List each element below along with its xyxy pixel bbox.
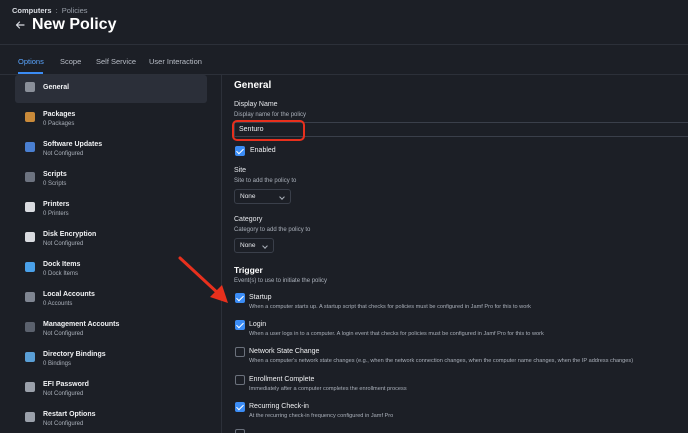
tab-options[interactable]: Options	[18, 57, 44, 66]
sidebar-item-disk-encryption[interactable]: Disk Encryption Not Configured	[15, 225, 207, 253]
breadcrumb-policies[interactable]: Policies	[62, 6, 88, 15]
site-select[interactable]: None	[234, 189, 291, 204]
active-tab-indicator	[18, 72, 43, 74]
efi-password-icon	[25, 382, 35, 392]
sidebar-item-label: Dock Items	[43, 261, 81, 268]
trigger-enrollment-label: Enrollment Complete	[249, 376, 315, 383]
site-help: Site to add the policy to	[234, 178, 297, 184]
sidebar-item-sub: 0 Accounts	[43, 301, 73, 307]
trigger-login-label: Login	[249, 321, 267, 328]
sidebar-item-label: Restart Options	[43, 411, 96, 418]
trigger-login-checkbox[interactable]	[235, 320, 245, 330]
sidebar-item-efi-password[interactable]: EFI Password Not Configured	[15, 375, 207, 403]
category-help: Category to add the policy to	[234, 227, 311, 233]
script-icon	[25, 172, 35, 182]
page-header: Computers : Policies New Policy	[0, 0, 688, 45]
sidebar-item-sub: 0 Scripts	[43, 181, 67, 187]
trigger-network-state-desc: When a computer's network state changes …	[249, 358, 634, 364]
sidebar-item-sub: Not Configured	[43, 331, 84, 337]
sidebar-item-dock-items[interactable]: Dock Items 0 Dock Items	[15, 255, 207, 283]
trigger-more-checkbox[interactable]	[235, 429, 245, 433]
chevron-down-icon	[279, 194, 285, 200]
back-arrow-icon[interactable]	[14, 19, 26, 31]
breadcrumb: Computers : Policies	[12, 6, 88, 15]
sidebar-item-local-accounts[interactable]: Local Accounts 0 Accounts	[15, 285, 207, 313]
category-select[interactable]: None	[234, 238, 274, 253]
sidebar-item-printers[interactable]: Printers 0 Printers	[15, 195, 207, 223]
trigger-startup-desc: When a computer starts up. A startup scr…	[249, 304, 531, 310]
sidebar-item-directory-bindings[interactable]: Directory Bindings 0 Bindings	[15, 345, 207, 373]
local-account-icon	[25, 292, 35, 302]
trigger-recurring-checkbox[interactable]	[235, 402, 245, 412]
general-icon	[25, 82, 35, 92]
sidebar-item-sub: Not Configured	[43, 421, 84, 427]
sidebar-item-packages[interactable]: Packages 0 Packages	[15, 105, 207, 133]
enabled-checkbox[interactable]	[235, 146, 245, 156]
trigger-network-state-checkbox[interactable]	[235, 347, 245, 357]
dock-icon	[25, 262, 35, 272]
site-label: Site	[234, 167, 247, 174]
trigger-enrollment-checkbox[interactable]	[235, 375, 245, 385]
trigger-login-desc: When a user logs in to a computer. A log…	[249, 331, 544, 337]
sidebar-item-sub: 0 Bindings	[43, 361, 72, 367]
section-title-trigger: Trigger	[234, 265, 263, 275]
sidebar-item-management-accounts[interactable]: Management Accounts Not Configured	[15, 315, 207, 343]
sidebar: General Packages 0 Packages Software Upd…	[0, 75, 222, 433]
trigger-recurring-label: Recurring Check-in	[249, 403, 309, 410]
trigger-help: Event(s) to use to initiate the policy	[234, 278, 328, 284]
display-name-label: Display Name	[234, 101, 278, 108]
tab-self-service[interactable]: Self Service	[96, 57, 136, 66]
sidebar-item-general[interactable]: General	[15, 75, 207, 103]
trigger-startup-label: Startup	[249, 294, 272, 301]
general-panel: General Display Name Display name for th…	[223, 75, 688, 433]
sidebar-item-scripts[interactable]: Scripts 0 Scripts	[15, 165, 207, 193]
sidebar-item-label: Scripts	[43, 171, 67, 178]
site-select-value: None	[240, 193, 256, 200]
sidebar-item-label: Management Accounts	[43, 321, 120, 328]
sidebar-item-sub: Not Configured	[43, 241, 84, 247]
display-name-input[interactable]	[234, 122, 688, 137]
tab-bar: Options Scope Self Service User Interact…	[0, 45, 688, 75]
trigger-network-state-label: Network State Change	[249, 348, 320, 355]
package-icon	[25, 112, 35, 122]
sidebar-item-label: General	[43, 84, 70, 91]
breadcrumb-separator: :	[55, 6, 58, 15]
sidebar-item-sub: Not Configured	[43, 391, 84, 397]
display-name-help: Display name for the policy	[234, 112, 307, 118]
category-label: Category	[234, 216, 263, 223]
directory-binding-icon	[25, 352, 35, 362]
sidebar-item-label: Packages	[43, 111, 76, 118]
sidebar-item-label: Directory Bindings	[43, 351, 106, 358]
sidebar-item-label: EFI Password	[43, 381, 89, 388]
sidebar-item-sub: 0 Dock Items	[43, 271, 79, 277]
printer-icon	[25, 202, 35, 212]
trigger-startup-checkbox[interactable]	[235, 293, 245, 303]
sidebar-item-restart-options[interactable]: Restart Options Not Configured	[15, 405, 207, 433]
tab-scope[interactable]: Scope	[60, 57, 81, 66]
software-update-icon	[25, 142, 35, 152]
management-account-icon	[25, 322, 35, 332]
sidebar-item-software-updates[interactable]: Software Updates Not Configured	[15, 135, 207, 163]
sidebar-item-label: Software Updates	[43, 141, 103, 148]
category-select-value: None	[240, 242, 256, 249]
enabled-label: Enabled	[250, 147, 276, 154]
sidebar-item-sub: Not Configured	[43, 151, 84, 157]
section-title-general: General	[234, 80, 272, 91]
restart-icon	[25, 412, 35, 422]
sidebar-item-sub: 0 Packages	[43, 121, 75, 127]
disk-encryption-icon	[25, 232, 35, 242]
sidebar-item-label: Disk Encryption	[43, 231, 97, 238]
page-title: New Policy	[32, 16, 117, 33]
tab-user-interaction[interactable]: User Interaction	[149, 57, 202, 66]
breadcrumb-computers[interactable]: Computers	[12, 6, 52, 15]
sidebar-item-label: Local Accounts	[43, 291, 95, 298]
sidebar-item-sub: 0 Printers	[43, 211, 69, 217]
sidebar-item-label: Printers	[43, 201, 70, 208]
chevron-down-icon	[262, 243, 268, 249]
trigger-enrollment-desc: Immediately after a computer completes t…	[249, 386, 407, 392]
trigger-recurring-desc: At the recurring check-in frequency conf…	[249, 413, 394, 419]
